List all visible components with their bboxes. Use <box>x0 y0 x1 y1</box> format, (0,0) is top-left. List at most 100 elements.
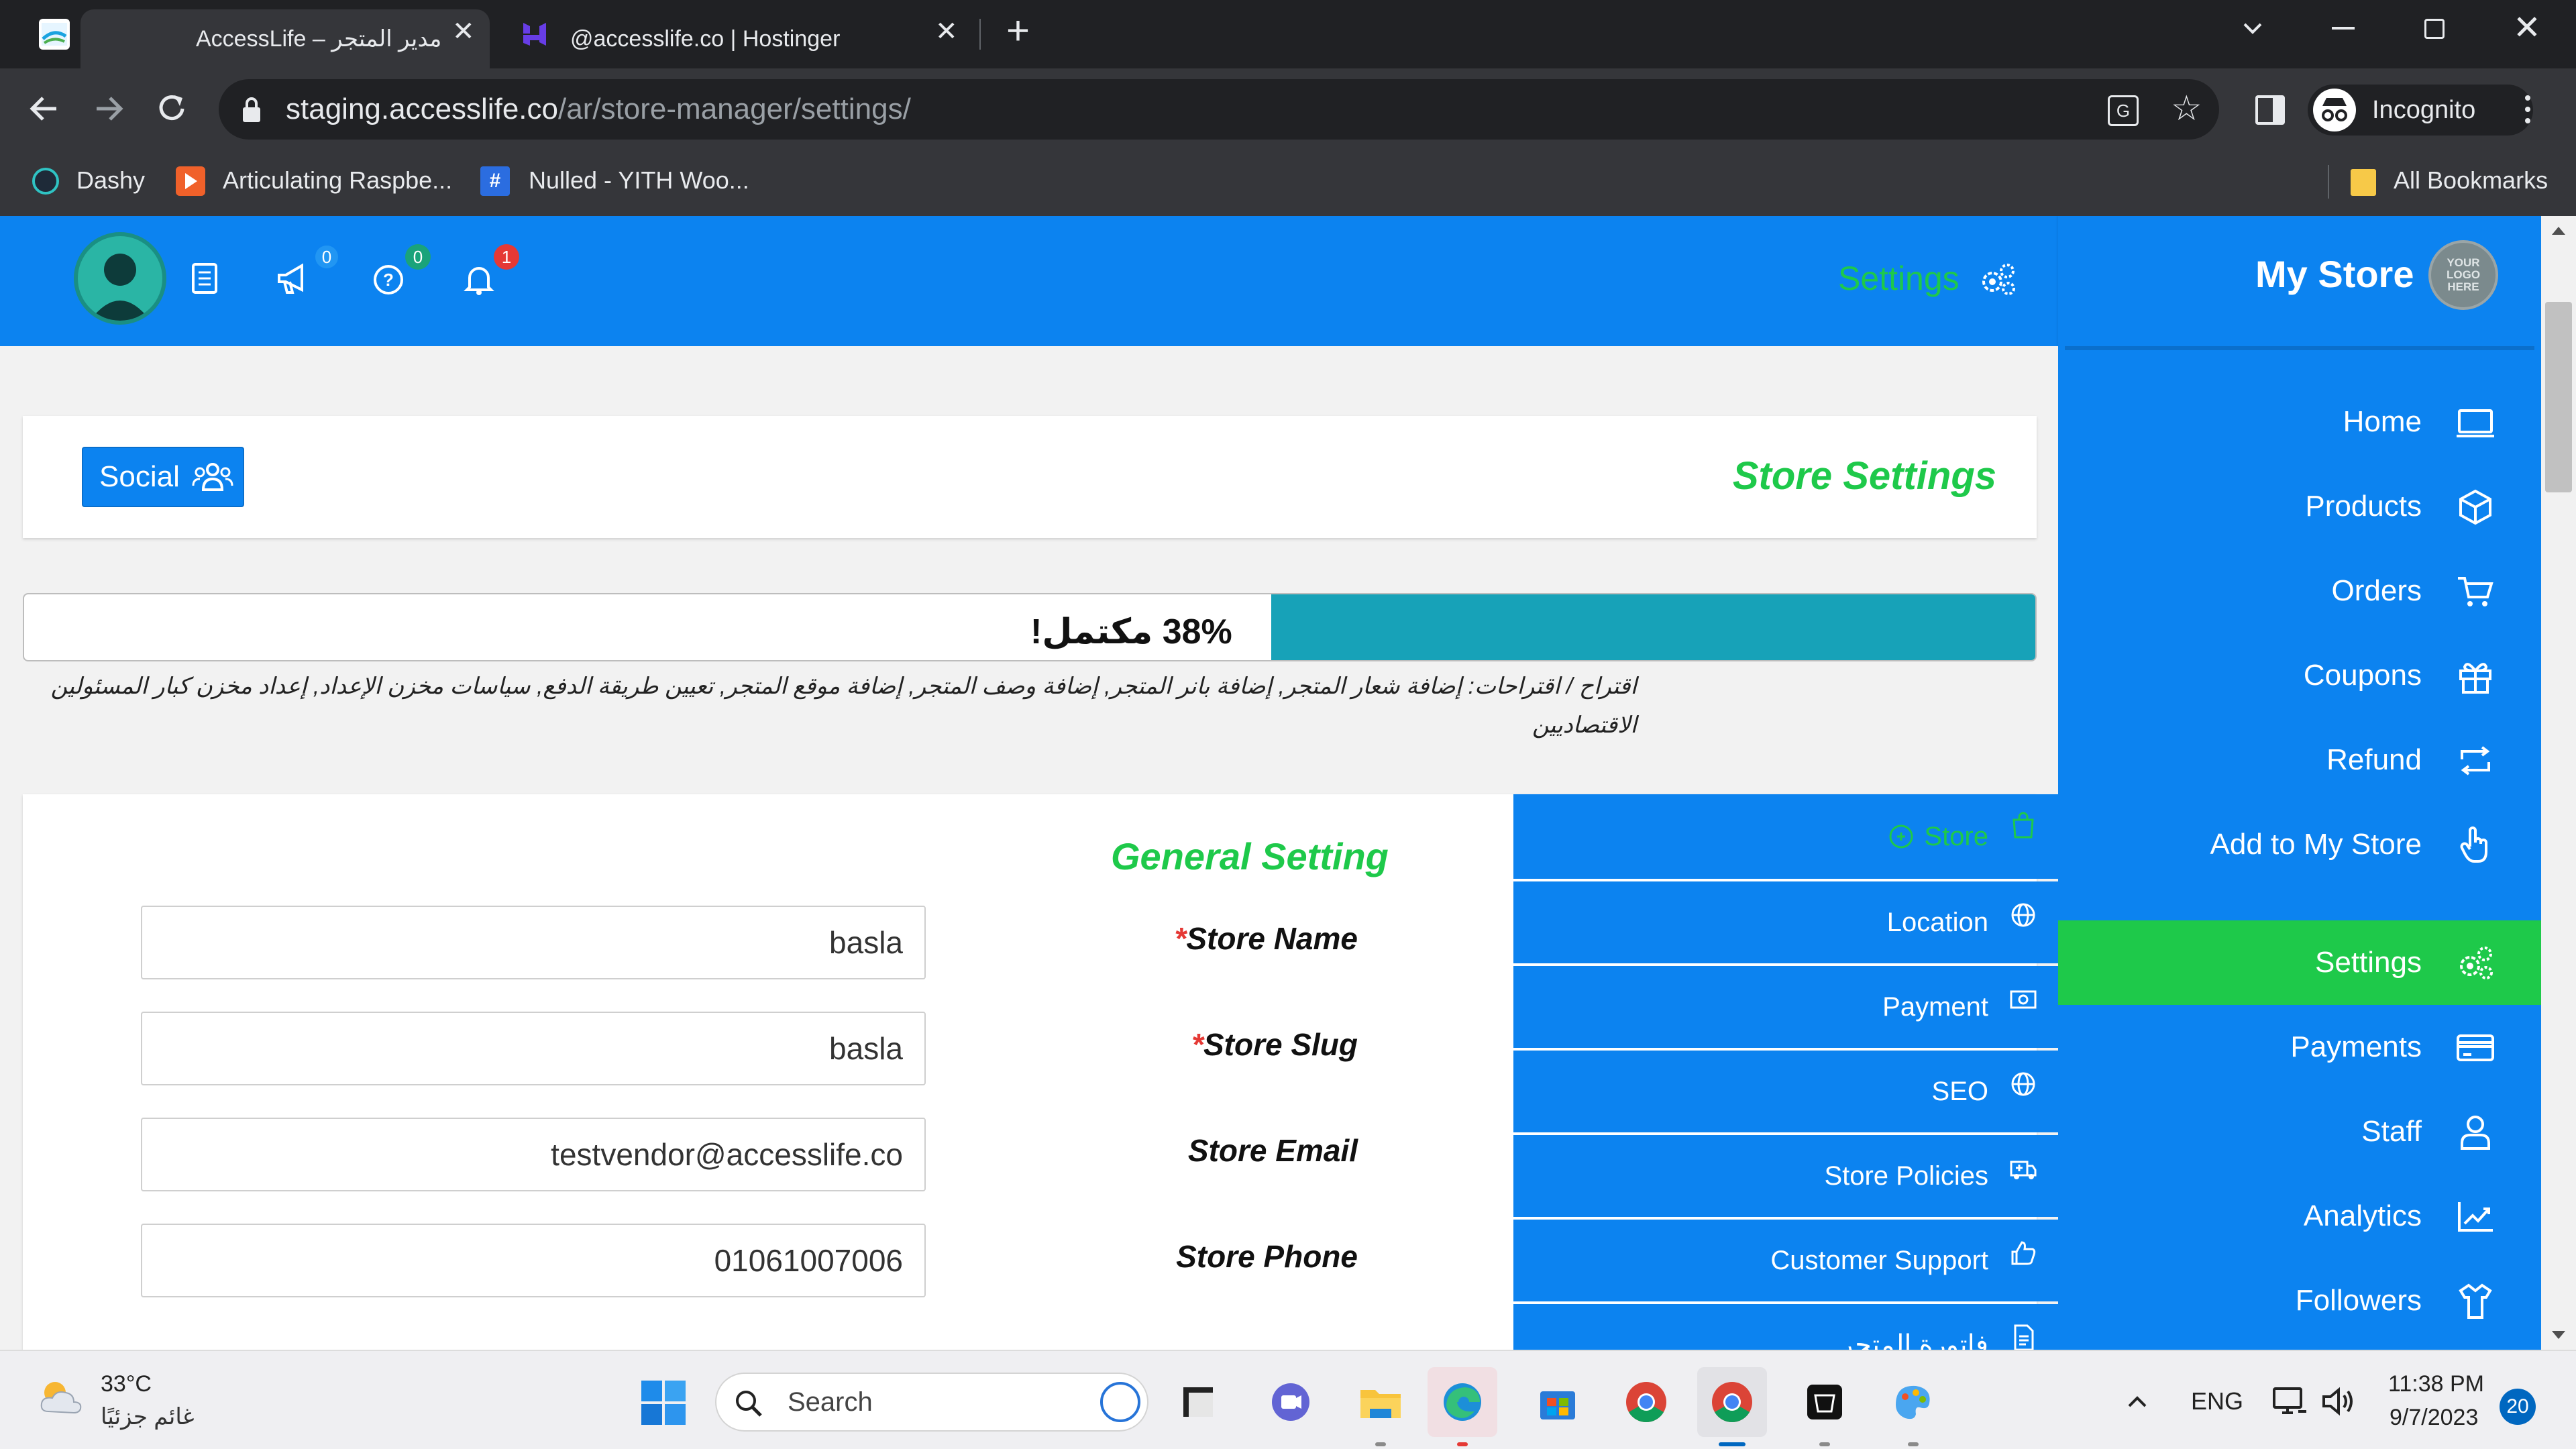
translate-icon[interactable]: G <box>2108 95 2139 126</box>
cube-icon <box>2459 489 2491 525</box>
store-name-input[interactable]: basla <box>141 906 926 979</box>
tab-accesslife[interactable]: AccessLife – مدير المتجر <box>80 9 490 68</box>
credit-card-icon <box>2457 1034 2494 1061</box>
close-tab-icon[interactable]: ✕ <box>935 16 958 47</box>
required-mark: * <box>1174 921 1187 956</box>
sidebar-item-label: Add to My Store <box>2210 828 2422 861</box>
bookmark-nulled[interactable]: Nulled - YITH Woo... <box>529 166 749 195</box>
chrome-incognito-icon[interactable] <box>1708 1378 1756 1426</box>
store-name-value: basla <box>829 925 903 960</box>
microsoft-store-icon[interactable] <box>1534 1378 1582 1426</box>
sidebar-item-coupons[interactable]: Coupons <box>2058 633 2496 718</box>
bookmark-dashy[interactable]: Dashy <box>76 166 145 195</box>
settings-tab-seo[interactable]: SEO <box>1513 1051 2058 1132</box>
file-explorer-icon[interactable] <box>1356 1378 1405 1426</box>
restore-icon[interactable] <box>2424 19 2445 39</box>
url-host: staging.accesslife.co <box>286 93 558 125</box>
settings-tab-payment[interactable]: Payment <box>1513 966 2058 1048</box>
sidebar-item-analytics[interactable]: Analytics <box>2058 1174 2496 1258</box>
taskbar-search[interactable]: Search <box>715 1373 1148 1432</box>
settings-tab-store-invoice[interactable]: فاتورة المتجر <box>1513 1304 2058 1350</box>
required-mark: * <box>1191 1027 1203 1062</box>
teams-chat-icon[interactable] <box>1267 1378 1315 1426</box>
new-tab-icon[interactable]: + <box>1006 11 1030 51</box>
social-button[interactable]: Social <box>82 447 244 507</box>
bell-icon[interactable] <box>463 262 495 297</box>
close-tab-icon[interactable]: ✕ <box>452 16 475 47</box>
start-button[interactable] <box>640 1379 687 1426</box>
store-slug-value: basla <box>829 1031 903 1066</box>
network-icon[interactable] <box>2271 1385 2309 1418</box>
settings-tab-store[interactable]: Store <box>1513 794 2058 879</box>
menu-dots-icon[interactable] <box>2522 93 2533 126</box>
reload-icon[interactable] <box>154 91 189 126</box>
tab-search-icon[interactable] <box>2239 15 2266 42</box>
box-app-icon[interactable] <box>1801 1378 1849 1426</box>
settings-tab-store-policies[interactable]: Store Policies <box>1513 1135 2058 1217</box>
store-logo[interactable]: YOUR LOGO HERE <box>2428 240 2498 310</box>
language-indicator[interactable]: ENG <box>2191 1387 2243 1415</box>
enquiry-icon[interactable]: ? <box>372 263 405 297</box>
sidebar-item-label: Orders <box>2331 574 2422 607</box>
tab-hostinger[interactable]: @accesslife.co | Hostinger <box>510 9 973 68</box>
volume-icon[interactable] <box>2321 1386 2359 1417</box>
scrollbar-thumb[interactable] <box>2545 302 2572 492</box>
forward-icon[interactable] <box>91 91 126 126</box>
scroll-up-arrow[interactable] <box>2552 227 2565 235</box>
all-bookmarks[interactable]: All Bookmarks <box>2394 166 2548 195</box>
minimize-icon[interactable] <box>2332 27 2355 30</box>
user-icon <box>2461 1116 2490 1150</box>
sidebar-item-payments[interactable]: Payments <box>2058 1005 2496 1089</box>
paint-icon[interactable] <box>1889 1378 1937 1426</box>
scroll-down-arrow[interactable] <box>2552 1331 2565 1339</box>
social-button-label: Social <box>99 460 180 493</box>
sidebar-item-settings-content[interactable]: Settings <box>2058 920 2496 1005</box>
taskbar-search-label: Search <box>788 1387 873 1417</box>
chrome-icon[interactable] <box>1622 1378 1670 1426</box>
sidebar-item-products[interactable]: Products <box>2058 464 2496 549</box>
edge-icon[interactable] <box>1438 1378 1487 1426</box>
notification-count-badge[interactable]: 20 <box>2500 1389 2536 1425</box>
avatar[interactable] <box>74 232 166 325</box>
sidebar-item-orders[interactable]: Orders <box>2058 549 2496 633</box>
settings-tab-label: Customer Support <box>1770 1245 1988 1275</box>
bing-icon[interactable] <box>1100 1382 1140 1422</box>
thumbs-up-icon <box>2011 1241 2036 1265</box>
sidebar-item-add-to-my-store[interactable]: Add to My Store <box>2058 802 2496 887</box>
header-settings-label: Settings <box>1838 260 1960 297</box>
sidebar-item-followers[interactable]: Followers <box>2058 1258 2496 1343</box>
lock-icon[interactable] <box>240 97 263 123</box>
store-email-input[interactable]: testvendor@accesslife.co <box>141 1118 926 1191</box>
clock-time[interactable]: 11:38 PM <box>2388 1371 2484 1397</box>
task-view-icon[interactable] <box>1174 1378 1222 1426</box>
close-window-icon[interactable]: ✕ <box>2513 8 2541 47</box>
sidebar-item-refund[interactable]: Refund <box>2058 718 2496 802</box>
bookmark-articulating[interactable]: Articulating Raspbe... <box>223 166 452 195</box>
globe-icon <box>2011 903 2035 927</box>
side-panel-icon[interactable] <box>2255 95 2285 125</box>
chevron-up-icon[interactable] <box>2125 1390 2149 1414</box>
clock-date[interactable]: 9/7/2023 <box>2390 1405 2478 1431</box>
sidebar-item-staff[interactable]: Staff <box>2058 1089 2496 1174</box>
announcement-icon[interactable] <box>275 262 313 297</box>
weather-icon[interactable] <box>35 1374 89 1421</box>
settings-tab-customer-support[interactable]: Customer Support <box>1513 1220 2058 1301</box>
accesslife-logo-icon <box>39 19 70 50</box>
url-path: /ar/store-manager/settings/ <box>558 93 911 125</box>
bookmark-star-icon[interactable]: ☆ <box>2171 89 2202 129</box>
retweet-icon <box>2461 746 2490 775</box>
store-phone-input[interactable]: 01061007006 <box>141 1224 926 1297</box>
settings-tab-location[interactable]: Location <box>1513 881 2058 963</box>
store-slug-input[interactable]: basla <box>141 1012 926 1085</box>
page-scrollbar[interactable] <box>2541 216 2576 1350</box>
gift-icon <box>2459 663 2491 694</box>
sidebar-item-label: Coupons <box>2303 659 2422 692</box>
knowledgebase-icon[interactable] <box>189 262 220 295</box>
cogs-icon <box>2460 947 2493 979</box>
back-icon[interactable] <box>27 91 62 126</box>
cogs-icon[interactable] <box>1979 260 2018 298</box>
sidebar-item-home[interactable]: Home <box>2058 380 2496 464</box>
taskbar-indicator <box>1908 1442 1919 1446</box>
store-check-icon <box>1889 824 1913 849</box>
address-bar[interactable]: staging.accesslife.co/ar/store-manager/s… <box>219 79 2219 140</box>
